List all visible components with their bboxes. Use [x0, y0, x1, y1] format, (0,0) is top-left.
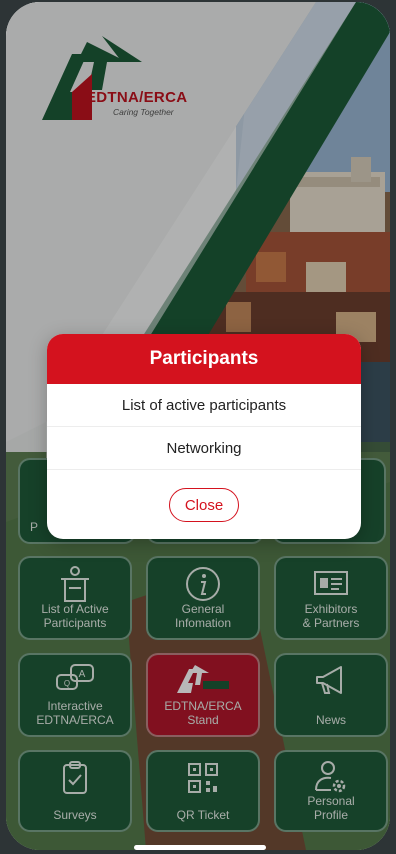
menu-item-networking[interactable]: Networking [47, 427, 361, 470]
close-button[interactable]: Close [169, 488, 239, 522]
participants-modal: Participants List of active participants… [47, 334, 361, 539]
modal-title: Participants [47, 334, 361, 384]
menu-item-list-of-active-participants[interactable]: List of active participants [47, 384, 361, 427]
home-indicator[interactable] [134, 845, 266, 850]
